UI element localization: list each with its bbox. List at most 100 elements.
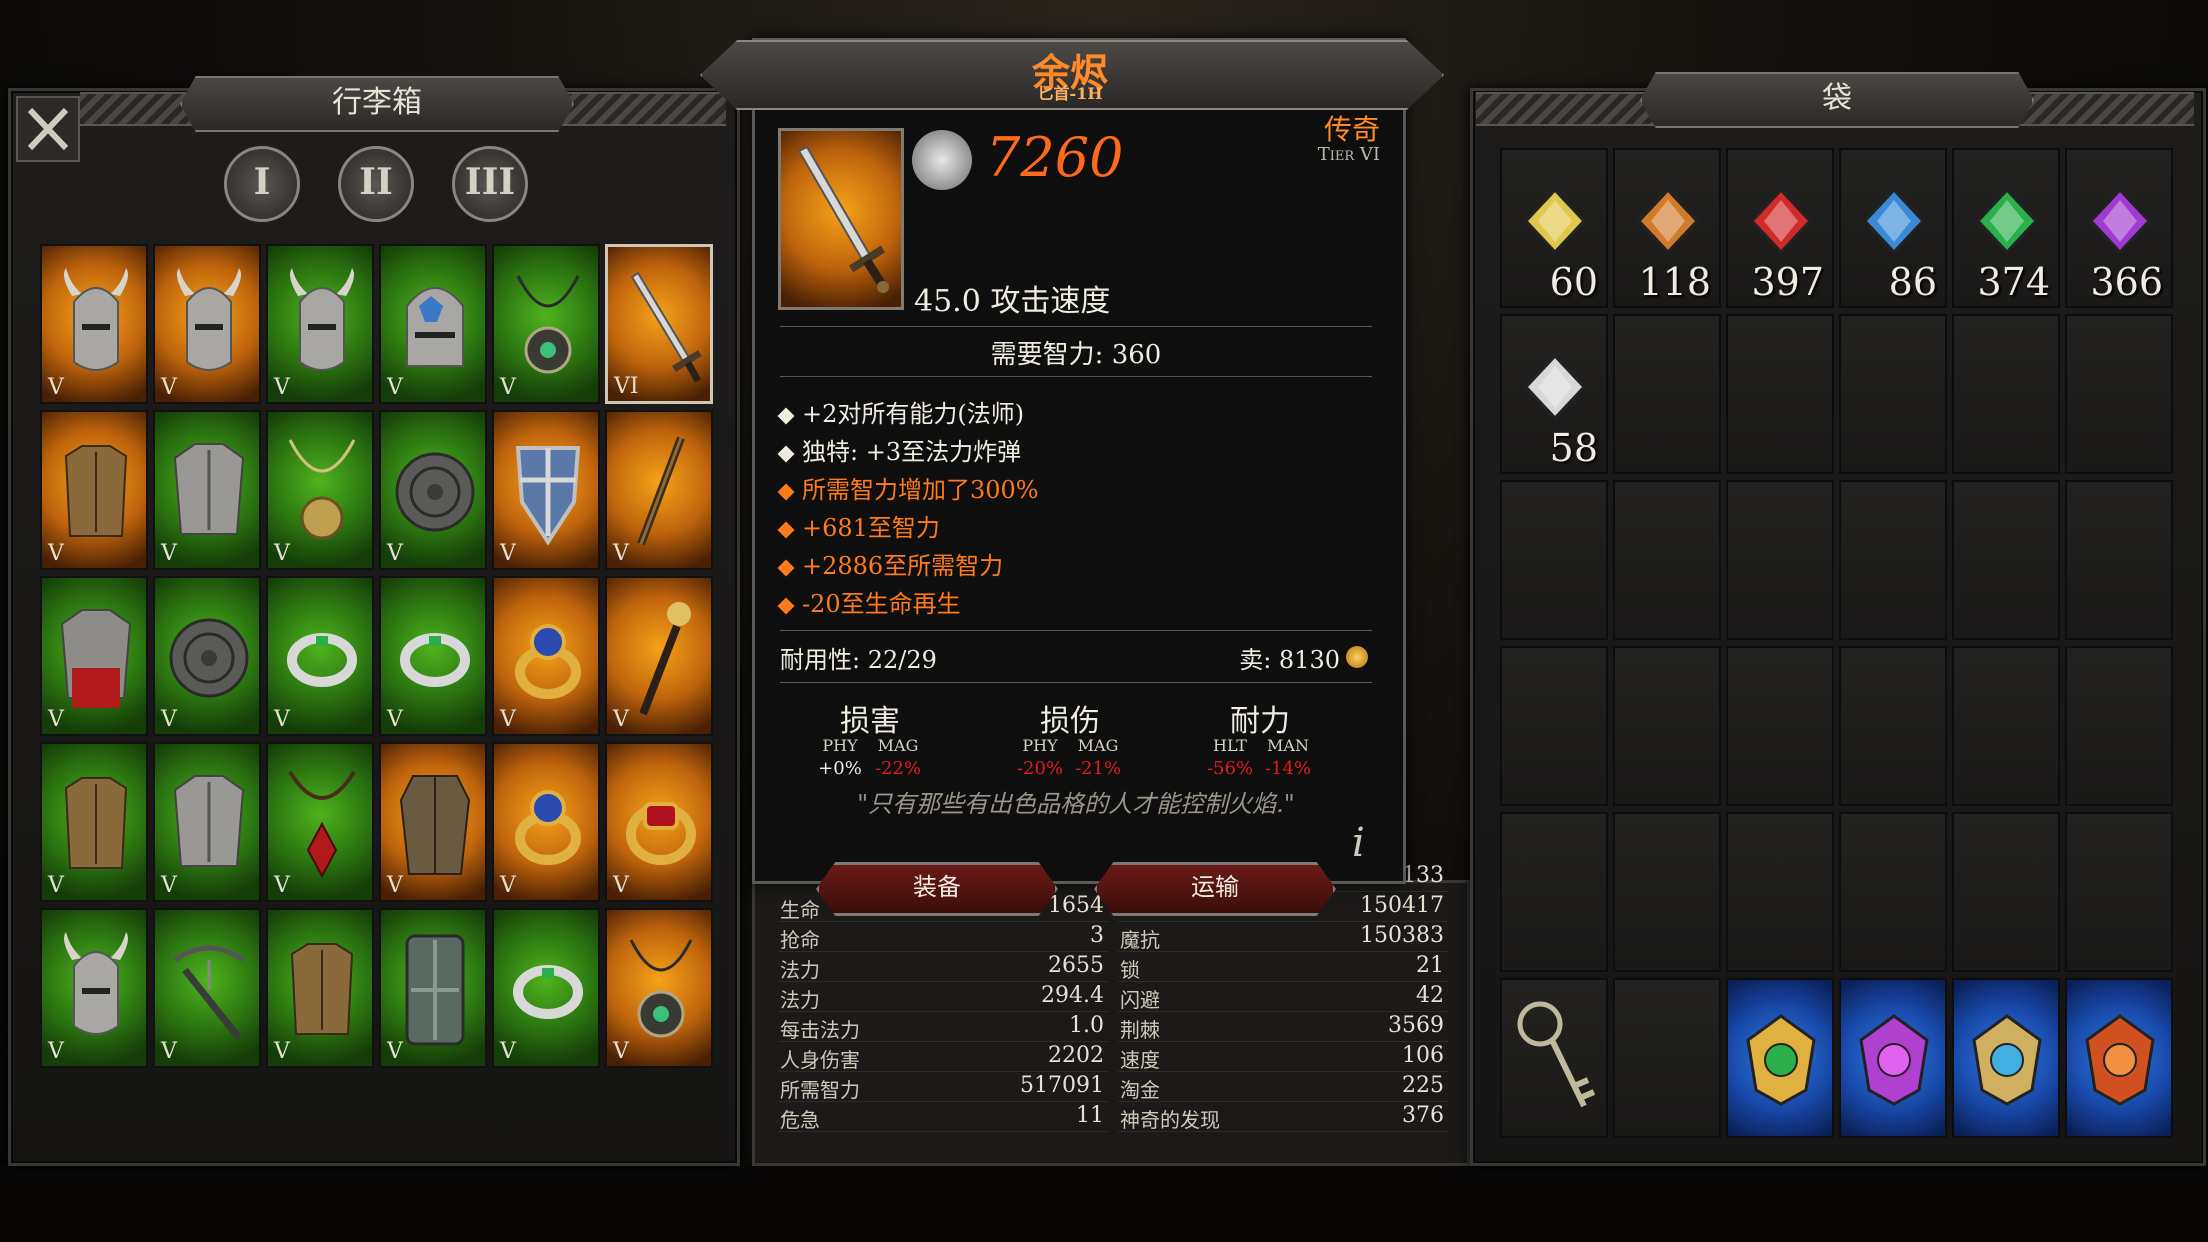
inventory-slot[interactable]: V (40, 742, 148, 902)
bag-slot[interactable] (1500, 480, 1608, 640)
ring-icon (287, 633, 357, 687)
bag-slot[interactable] (1726, 480, 1834, 640)
bag-slot[interactable] (1839, 812, 1947, 972)
bag-slot[interactable]: 58 (1500, 314, 1608, 474)
bag-slot[interactable] (1952, 978, 2060, 1138)
inventory-slot[interactable]: V (492, 410, 600, 570)
item-tier-label: V (613, 1039, 629, 1064)
inventory-slot[interactable]: V (492, 244, 600, 404)
ring-icon (513, 965, 583, 1019)
item-tier-label: V (161, 873, 177, 898)
inventory-slot[interactable]: V (40, 908, 148, 1068)
inventory-slot[interactable]: VI (605, 244, 713, 404)
inventory-slot[interactable]: V (153, 742, 261, 902)
inventory-slot[interactable]: V (40, 410, 148, 570)
bag-slot[interactable] (1726, 812, 1834, 972)
inventory-slot[interactable]: V (605, 410, 713, 570)
leather-armor-icon (64, 445, 128, 537)
bag-slot[interactable] (1839, 978, 1947, 1138)
round-shield-icon (169, 618, 249, 698)
affix-text: 独特: +3至法力炸弹 (802, 438, 1022, 466)
bag-slot[interactable] (1726, 978, 1834, 1138)
inventory-slot[interactable]: V (266, 410, 374, 570)
stat-label: 法力 (780, 988, 820, 1012)
crossbow-icon (173, 945, 245, 1041)
bag-slot[interactable] (1613, 480, 1721, 640)
inventory-slot[interactable]: V (266, 742, 374, 902)
bag-slot[interactable] (2065, 480, 2173, 640)
bag-slot[interactable] (1613, 812, 1721, 972)
bag-slot[interactable] (1726, 646, 1834, 806)
inventory-slot[interactable]: V (379, 742, 487, 902)
inventory-slot[interactable]: V (379, 576, 487, 736)
bag-slot[interactable] (1952, 812, 2060, 972)
inventory-slot[interactable]: V (153, 410, 261, 570)
bag-slot[interactable] (2065, 978, 2173, 1138)
ruby-necklace-icon (288, 770, 356, 879)
inventory-slot[interactable]: V (153, 244, 261, 404)
bag-slot[interactable] (1613, 646, 1721, 806)
bag-slot[interactable] (1500, 646, 1608, 806)
inventory-page-1-button[interactable]: I (224, 146, 300, 222)
stat-row: 锁 21 (1118, 952, 1448, 982)
transport-tab[interactable]: 运输 (1094, 862, 1336, 916)
bag-slot[interactable] (1839, 480, 1947, 640)
bag-slot[interactable] (2065, 646, 2173, 806)
bag-slot[interactable] (1952, 646, 2060, 806)
bag-slot[interactable] (1613, 978, 1721, 1138)
inventory-slot[interactable]: V (266, 576, 374, 736)
bag-slot[interactable]: 86 (1839, 148, 1947, 308)
inventory-slot[interactable]: V (605, 576, 713, 736)
item-tier-label: V (274, 1039, 290, 1064)
inventory-slot[interactable]: V (379, 908, 487, 1068)
bag-slot[interactable]: 397 (1726, 148, 1834, 308)
inventory-slot[interactable]: V (492, 742, 600, 902)
close-button[interactable] (16, 96, 80, 162)
inventory-slot[interactable]: V (492, 908, 600, 1068)
compare-title: 损伤 (1040, 704, 1100, 739)
affix-text: +681至智力 (802, 514, 940, 542)
bag-slot[interactable]: 118 (1613, 148, 1721, 308)
bag-slot[interactable] (1500, 978, 1608, 1138)
inventory-slot[interactable]: V (40, 244, 148, 404)
bag-slot[interactable] (1613, 314, 1721, 474)
inventory-slot[interactable]: V (605, 742, 713, 902)
bag-slot[interactable] (1839, 314, 1947, 474)
bag-slot[interactable]: 60 (1500, 148, 1608, 308)
inventory-slot[interactable]: V (379, 244, 487, 404)
item-tier-label: V (387, 541, 403, 566)
divider (780, 326, 1372, 327)
bag-slot[interactable] (1952, 314, 2060, 474)
bag-slot[interactable] (1726, 314, 1834, 474)
inventory-slot[interactable]: V (379, 410, 487, 570)
stat-value: 2655 (1048, 953, 1104, 978)
inventory-slot[interactable]: V (266, 244, 374, 404)
inventory-slot[interactable]: V (153, 908, 261, 1068)
affix-text: -20至生命再生 (802, 590, 961, 618)
bag-slot[interactable] (2065, 812, 2173, 972)
equip-tab[interactable]: 装备 (816, 862, 1058, 916)
horned-helmet-icon (64, 268, 128, 371)
item-portrait (778, 128, 904, 310)
bag-slot[interactable] (2065, 314, 2173, 474)
item-tier-label: V (48, 1039, 64, 1064)
gem-count: 60 (1549, 260, 1598, 304)
inventory-slot[interactable]: V (40, 576, 148, 736)
bag-slot[interactable]: 366 (2065, 148, 2173, 308)
affix-line: +2886至所需智力 (777, 546, 1003, 581)
inventory-slot[interactable]: V (153, 576, 261, 736)
emerald-gem-icon (1975, 187, 2039, 255)
bag-slot[interactable] (1952, 480, 2060, 640)
inventory-page-2-button[interactable]: II (338, 146, 414, 222)
divider (780, 376, 1372, 377)
compare-value: -56% (1206, 758, 1254, 779)
inventory-slot[interactable]: V (605, 908, 713, 1068)
bag-slot[interactable]: 374 (1952, 148, 2060, 308)
info-icon[interactable]: i (1352, 820, 1365, 866)
bag-slot[interactable] (1839, 646, 1947, 806)
bag-slot[interactable] (1500, 812, 1608, 972)
inventory-slot[interactable]: V (266, 908, 374, 1068)
inventory-slot[interactable]: V (492, 576, 600, 736)
gem-count: 86 (1888, 260, 1937, 304)
inventory-page-3-button[interactable]: III (452, 146, 528, 222)
